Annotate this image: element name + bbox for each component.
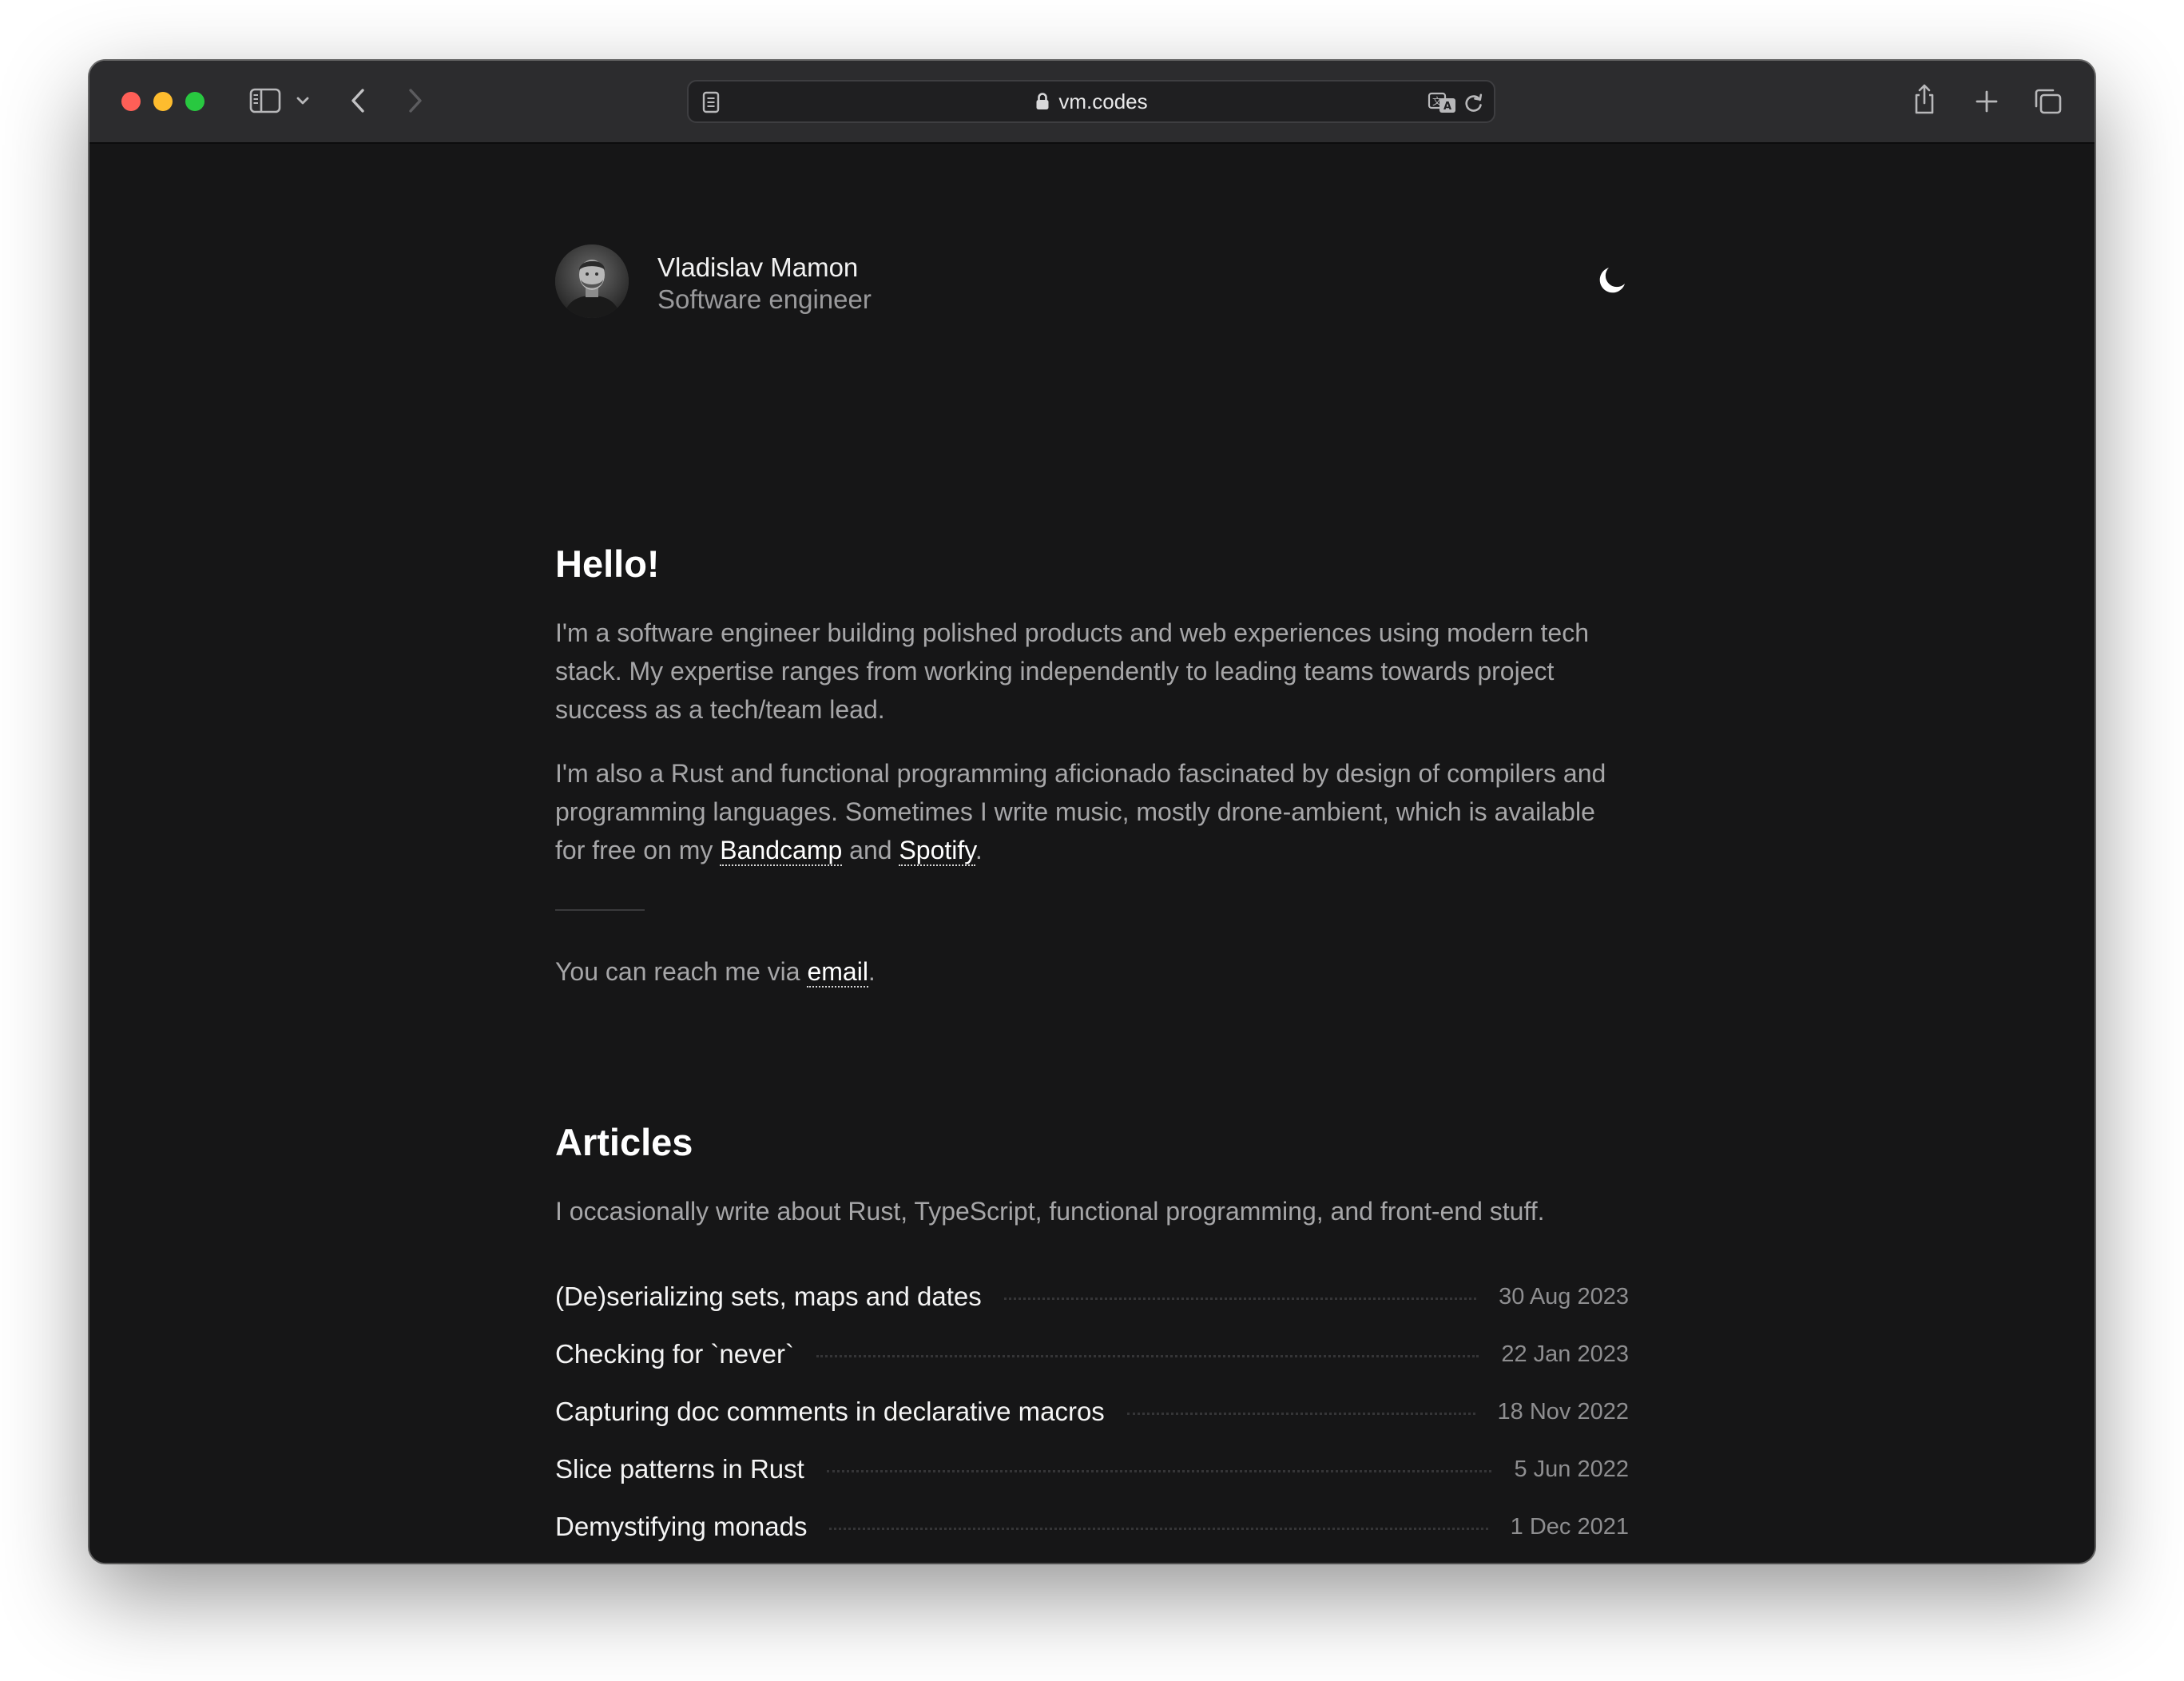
dotted-leader [816,1354,1479,1357]
dotted-leader [829,1527,1488,1530]
reload-icon[interactable] [1462,91,1486,115]
chevron-down-icon[interactable] [294,93,312,109]
browser-toolbar: vm.codes 文A [89,61,2095,144]
close-window-button[interactable] [121,92,141,111]
contact-line: You can reach me via email. [555,957,876,988]
forward-arrow-icon[interactable] [403,85,428,117]
plus-icon[interactable] [1973,88,2000,115]
article-item[interactable]: Slice patterns in Rust 5 Jun 2022 [555,1441,1629,1498]
article-date: 18 Nov 2022 [1497,1398,1629,1425]
article-item[interactable]: Checking for `never` 22 Jan 2023 [555,1325,1629,1383]
article-title[interactable]: Slice patterns in Rust [555,1454,804,1484]
dotted-leader [1126,1412,1475,1415]
article-title[interactable]: Checking for `never` [555,1339,794,1369]
article-date: 5 Jun 2022 [1514,1456,1629,1482]
article-date: 1 Dec 2021 [1510,1513,1629,1540]
dotted-leader [826,1469,1492,1472]
address-bar[interactable]: vm.codes 文A [687,80,1495,123]
article-date: 30 Aug 2023 [1499,1283,1629,1309]
profile-name: Vladislav Mamon [657,252,859,282]
intro-paragraph: I'm a software engineer building polishe… [555,618,1589,724]
spotify-link[interactable]: Spotify [899,836,975,866]
articles-heading: Articles [555,1121,693,1163]
article-item[interactable]: Demystifying monads 1 Dec 2021 [555,1498,1629,1556]
back-arrow-icon[interactable] [345,85,371,117]
browser-window: vm.codes 文A Vladislav Mamon Software eng… [89,61,2095,1563]
avatar[interactable] [555,244,629,318]
bandcamp-link[interactable]: Bandcamp [720,836,843,866]
article-date: 22 Jan 2023 [1501,1341,1629,1367]
article-title[interactable]: Capturing doc comments in declarative ma… [555,1397,1105,1427]
lock-icon [1034,91,1050,112]
url-text: vm.codes [1058,89,1148,113]
music-paragraph: I'm also a Rust and functional programmi… [555,759,1606,866]
translate-icon[interactable]: 文A [1427,91,1459,115]
share-icon[interactable] [1911,81,1938,117]
article-title[interactable]: (De)serializing sets, maps and dates [555,1282,982,1312]
article-item[interactable]: (De)serializing sets, maps and dates 30 … [555,1268,1629,1325]
article-title[interactable]: Demystifying monads [555,1512,807,1542]
sidebar-icon[interactable] [248,86,283,115]
minimize-window-button[interactable] [153,92,173,111]
tabs-overview-icon[interactable] [2032,86,2064,117]
section-divider [555,909,645,911]
page-content: Vladislav Mamon Software engineer Hello!… [89,144,2095,1563]
article-item[interactable]: Capturing doc comments in declarative ma… [555,1383,1629,1441]
dotted-leader [1003,1297,1477,1300]
fullscreen-window-button[interactable] [185,92,205,111]
moon-icon[interactable] [1595,264,1629,297]
profile-role: Software engineer [657,284,872,314]
svg-text:A: A [1443,101,1451,113]
articles-intro: I occasionally write about Rust, TypeScr… [555,1197,1545,1226]
email-link[interactable]: email [807,957,868,988]
article-list: (De)serializing sets, maps and dates 30 … [555,1268,1629,1556]
hello-heading: Hello! [555,542,660,585]
